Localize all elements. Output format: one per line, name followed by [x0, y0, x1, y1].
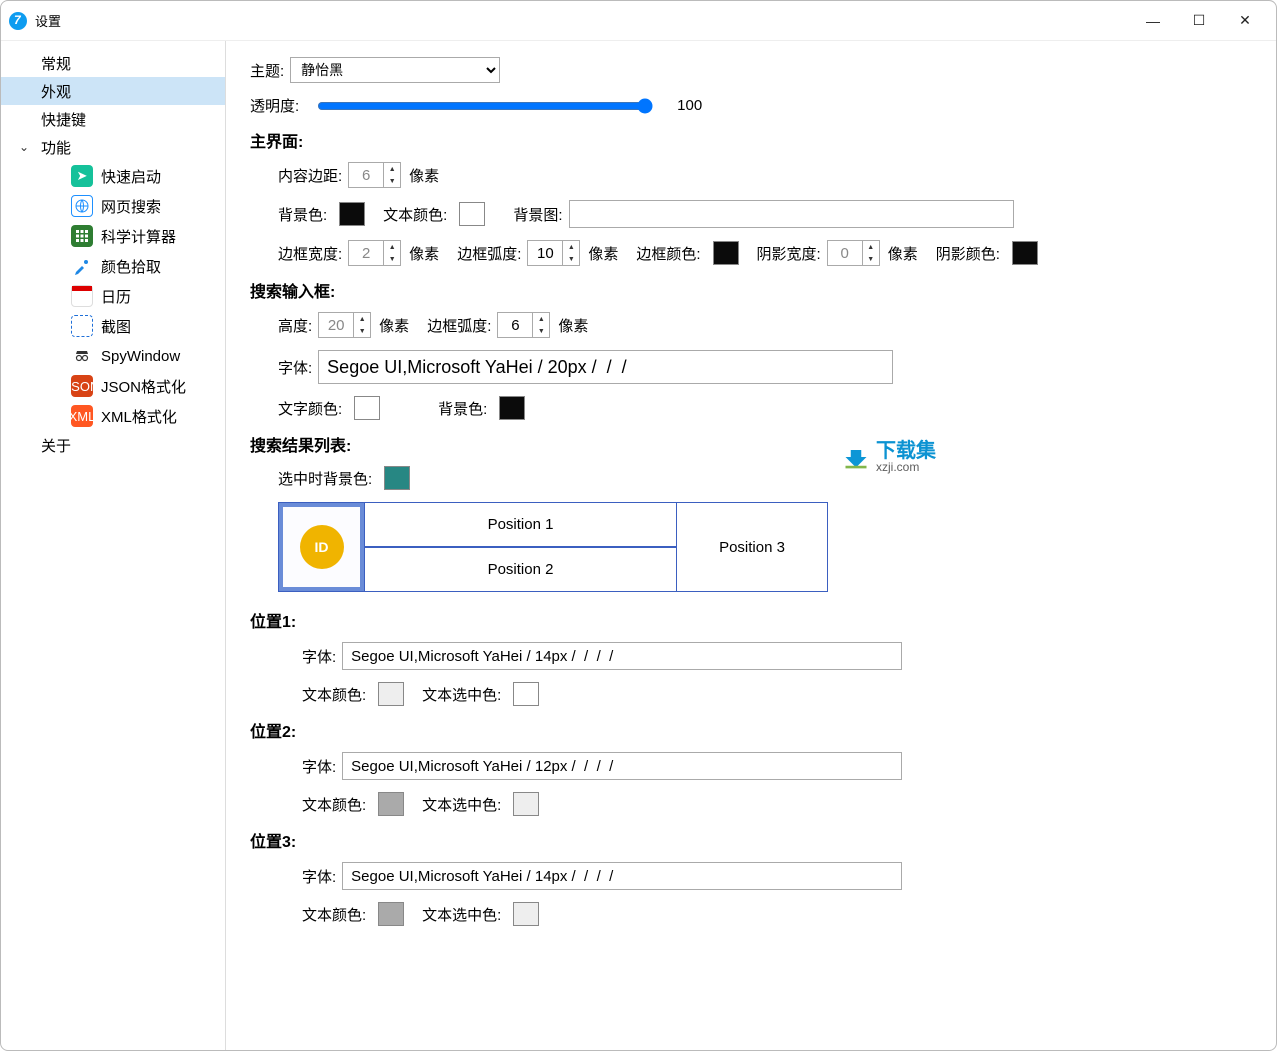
shadow-c-swatch[interactable] — [1012, 241, 1038, 265]
diagram-pos1: Position 1 — [365, 503, 676, 548]
nav-spywindow[interactable]: SpyWindow — [1, 341, 225, 371]
bg-img-input[interactable] — [569, 200, 1014, 228]
nav-xmlfmt[interactable]: XMLXML格式化 — [1, 401, 225, 431]
sb-height-spinner[interactable]: ▲▼ — [318, 312, 371, 338]
nav-general[interactable]: 常规 — [1, 49, 225, 77]
xml-icon: XML — [71, 405, 93, 427]
nav-jsonfmt[interactable]: JSONJSON格式化 — [1, 371, 225, 401]
pos3-font-label: 字体: — [302, 866, 336, 887]
layout-diagram: ID Position 1 Position 2 Position 3 — [278, 502, 828, 592]
titlebar: 设置 — ☐ ✕ — [1, 1, 1276, 41]
app-icon — [9, 12, 27, 30]
nav-features[interactable]: ⌄ 功能 — [1, 133, 225, 161]
json-icon: JSON — [71, 375, 93, 397]
sb-bg-swatch[interactable] — [499, 396, 525, 420]
sb-bg-label: 背景色: — [438, 398, 487, 419]
maximize-button[interactable]: ☐ — [1176, 5, 1222, 37]
diagram-id: ID — [300, 525, 344, 569]
sb-font-input[interactable] — [318, 350, 893, 384]
pos3-textcolor-label: 文本颜色: — [302, 904, 366, 925]
pos3-selcolor-label: 文本选中色: — [422, 904, 501, 925]
padding-label: 内容边距: — [278, 165, 342, 186]
eyedropper-icon — [71, 255, 93, 277]
sb-radius-spinner[interactable]: ▲▼ — [497, 312, 550, 338]
selbg-label: 选中时背景色: — [278, 468, 372, 489]
border-w-label: 边框宽度: — [278, 243, 342, 264]
sb-textcolor-label: 文字颜色: — [278, 398, 342, 419]
pos2-selcolor-swatch[interactable] — [513, 792, 539, 816]
content-panel: 主题: 静怡黑 透明度: 100 主界面: 内容边距: ▲▼ 像素 背景色: 文… — [226, 41, 1276, 1050]
text-color-swatch[interactable] — [459, 202, 485, 226]
section-pos3: 位置3: — [250, 828, 1252, 852]
nav-appearance[interactable]: 外观 — [1, 77, 225, 105]
pos2-selcolor-label: 文本选中色: — [422, 794, 501, 815]
pos1-font-label: 字体: — [302, 646, 336, 667]
opacity-label: 透明度: — [250, 95, 299, 116]
calendar-icon: 6 — [71, 285, 93, 307]
pos3-selcolor-swatch[interactable] — [513, 902, 539, 926]
pos3-font-input[interactable] — [342, 862, 902, 890]
pos2-font-label: 字体: — [302, 756, 336, 777]
screenshot-icon — [71, 315, 93, 337]
shadow-c-label: 阴影颜色: — [936, 243, 1000, 264]
nav-websearch[interactable]: 网页搜索 — [1, 191, 225, 221]
chevron-down-icon: ⌄ — [19, 140, 29, 154]
nav-about[interactable]: 关于 — [1, 431, 225, 459]
sb-radius-label: 边框弧度: — [427, 315, 491, 336]
spy-icon — [71, 345, 93, 367]
bg-color-swatch[interactable] — [339, 202, 365, 226]
pos2-textcolor-label: 文本颜色: — [302, 794, 366, 815]
border-r-spinner[interactable]: ▲▼ — [527, 240, 580, 266]
section-results: 搜索结果列表: — [250, 432, 1252, 456]
pos1-textcolor-label: 文本颜色: — [302, 684, 366, 705]
rocket-icon: ➤ — [71, 165, 93, 187]
sidebar: 常规 外观 快捷键 ⌄ 功能 ➤快速启动 网页搜索 科学计算器 颜色拾取 6日历… — [1, 41, 226, 1050]
unit-px: 像素 — [409, 165, 439, 186]
opacity-value: 100 — [677, 97, 702, 114]
border-c-swatch[interactable] — [713, 241, 739, 265]
nav-calculator[interactable]: 科学计算器 — [1, 221, 225, 251]
selbg-swatch[interactable] — [384, 466, 410, 490]
nav-screenshot[interactable]: 截图 — [1, 311, 225, 341]
shadow-w-spinner[interactable]: ▲▼ — [827, 240, 880, 266]
text-color-label: 文本颜色: — [383, 204, 447, 225]
minimize-button[interactable]: — — [1130, 5, 1176, 37]
pos1-textcolor-swatch[interactable] — [378, 682, 404, 706]
calculator-icon — [71, 225, 93, 247]
shadow-w-label: 阴影宽度: — [757, 243, 821, 264]
border-w-spinner[interactable]: ▲▼ — [348, 240, 401, 266]
nav-calendar[interactable]: 6日历 — [1, 281, 225, 311]
sb-height-label: 高度: — [278, 315, 312, 336]
section-pos2: 位置2: — [250, 718, 1252, 742]
bg-color-label: 背景色: — [278, 204, 327, 225]
border-c-label: 边框颜色: — [636, 243, 700, 264]
section-pos1: 位置1: — [250, 608, 1252, 632]
border-r-label: 边框弧度: — [457, 243, 521, 264]
pos3-textcolor-swatch[interactable] — [378, 902, 404, 926]
globe-icon — [71, 195, 93, 217]
nav-colorpicker[interactable]: 颜色拾取 — [1, 251, 225, 281]
close-button[interactable]: ✕ — [1222, 5, 1268, 37]
section-mainui: 主界面: — [250, 128, 1252, 152]
pos2-font-input[interactable] — [342, 752, 902, 780]
nav-shortcuts[interactable]: 快捷键 — [1, 105, 225, 133]
bg-img-label: 背景图: — [513, 204, 562, 225]
window-title: 设置 — [35, 11, 61, 30]
section-searchbox: 搜索输入框: — [250, 278, 1252, 302]
theme-select[interactable]: 静怡黑 — [290, 57, 500, 83]
theme-label: 主题: — [250, 60, 284, 81]
nav-quicklaunch[interactable]: ➤快速启动 — [1, 161, 225, 191]
padding-spinner[interactable]: ▲▼ — [348, 162, 401, 188]
diagram-pos3: Position 3 — [677, 503, 827, 591]
pos1-font-input[interactable] — [342, 642, 902, 670]
diagram-pos2: Position 2 — [365, 548, 676, 591]
sb-font-label: 字体: — [278, 357, 312, 378]
pos1-selcolor-label: 文本选中色: — [422, 684, 501, 705]
opacity-slider[interactable] — [317, 98, 653, 114]
pos1-selcolor-swatch[interactable] — [513, 682, 539, 706]
pos2-textcolor-swatch[interactable] — [378, 792, 404, 816]
sb-textcolor-swatch[interactable] — [354, 396, 380, 420]
